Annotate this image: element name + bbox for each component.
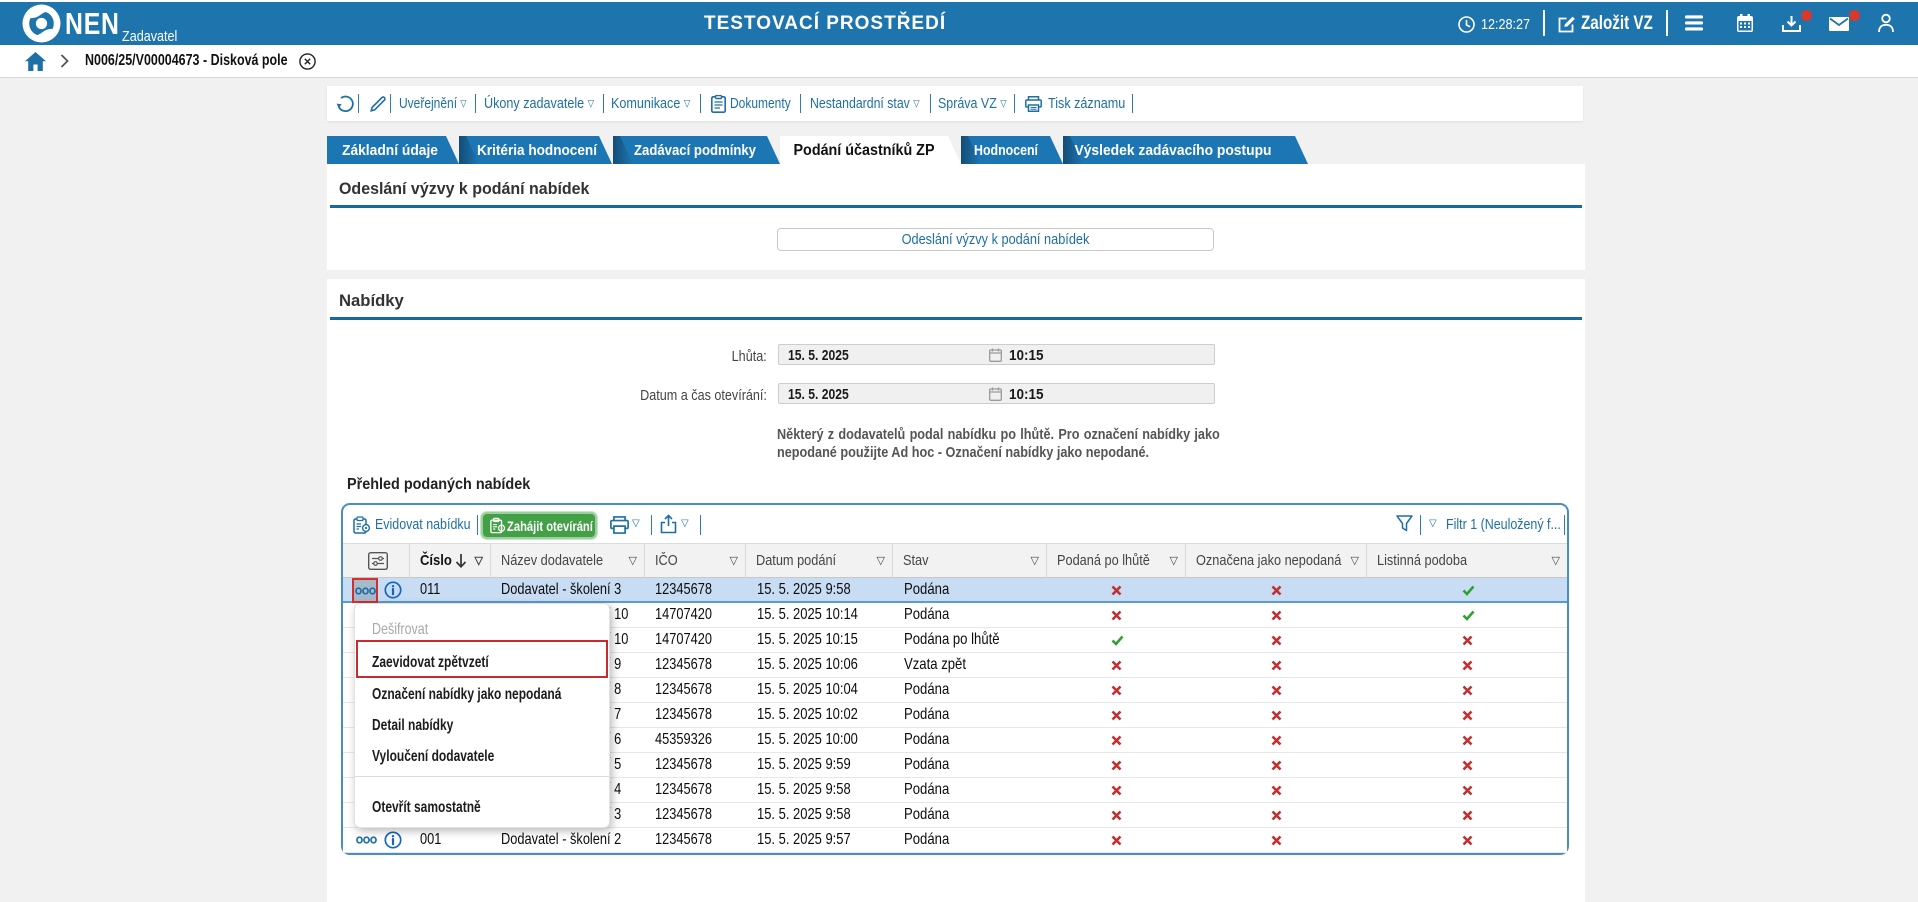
svg-text:Podání účastníků ZP: Podání účastníků ZP xyxy=(794,142,935,159)
svg-text:Zadávací podmínky: Zadávací podmínky xyxy=(634,142,757,159)
svg-text:Kritéria hodnocení: Kritéria hodnocení xyxy=(477,142,598,159)
svg-text:Hodnocení: Hodnocení xyxy=(974,142,1039,159)
svg-text:Základní údaje: Základní údaje xyxy=(342,142,438,159)
svg-text:Výsledek zadávacího postupu: Výsledek zadávacího postupu xyxy=(1075,142,1272,159)
